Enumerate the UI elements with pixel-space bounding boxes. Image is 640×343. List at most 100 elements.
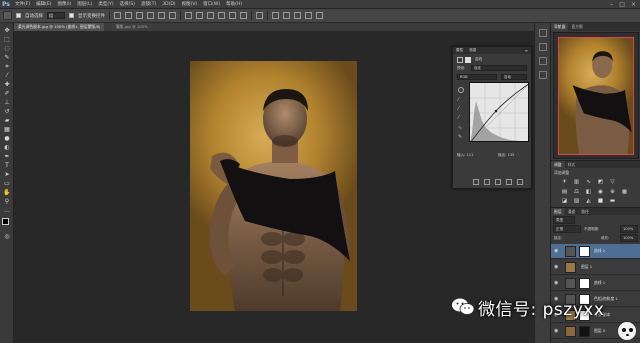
- pencil-curve-icon[interactable]: ✎: [458, 134, 464, 140]
- navigator-thumbnail[interactable]: [553, 32, 639, 159]
- navigator-tab[interactable]: 导航器: [551, 23, 569, 31]
- properties-tab[interactable]: 属性: [453, 48, 466, 53]
- healing-brush-tool-icon[interactable]: ✚: [3, 81, 11, 88]
- distribute-right-icon[interactable]: [240, 12, 247, 19]
- menu-type[interactable]: 类型(Y): [95, 0, 116, 9]
- vibrance-icon[interactable]: ▽: [609, 179, 616, 186]
- align-left-icon[interactable]: [147, 12, 154, 19]
- gradient-map-icon[interactable]: ▬: [609, 198, 616, 205]
- distribute-vcenter-icon[interactable]: [196, 12, 203, 19]
- black-point-eyedropper-icon[interactable]: ⁄: [458, 97, 464, 103]
- 3d-rotate-icon[interactable]: [272, 12, 279, 19]
- mask-icon[interactable]: [465, 57, 471, 63]
- paragraph-panel-icon[interactable]: [539, 71, 547, 79]
- align-vcenter-icon[interactable]: [125, 12, 132, 19]
- close-icon[interactable]: ×: [631, 1, 636, 8]
- selective-color-icon[interactable]: ■: [597, 198, 604, 205]
- layers-tab[interactable]: 图层: [551, 208, 565, 215]
- visibility-eye-icon[interactable]: ◉: [554, 280, 560, 286]
- type-tool-icon[interactable]: T: [3, 162, 11, 169]
- hue-saturation-icon[interactable]: ▤: [561, 189, 568, 196]
- blend-mode-select[interactable]: 正常: [553, 225, 581, 233]
- layer-mask-thumb[interactable]: [579, 326, 590, 337]
- curves-graph[interactable]: [469, 82, 529, 142]
- posterize-icon[interactable]: ▨: [573, 198, 580, 205]
- history-brush-tool-icon[interactable]: ↺: [3, 108, 11, 115]
- gray-point-eyedropper-icon[interactable]: ⁄: [458, 106, 464, 112]
- auto-align-icon[interactable]: [256, 12, 263, 19]
- menu-layer[interactable]: 图层(L): [74, 0, 95, 9]
- pen-tool-icon[interactable]: ✒: [3, 153, 11, 160]
- menu-3d[interactable]: 3D(D): [159, 0, 178, 9]
- styles-tab[interactable]: 样式: [565, 161, 579, 168]
- doc-tab-inactive[interactable]: 腹肌.jpg @ 100%: [112, 23, 152, 31]
- visibility-eye-icon[interactable]: ◉: [554, 248, 560, 254]
- minimize-icon[interactable]: –: [610, 1, 613, 8]
- visibility-toggle-icon[interactable]: [506, 179, 512, 185]
- clone-stamp-tool-icon[interactable]: ⊥: [3, 99, 11, 106]
- move-tool-icon[interactable]: ✥: [3, 27, 11, 34]
- history-panel-icon[interactable]: [539, 29, 547, 37]
- visibility-eye-icon[interactable]: ◉: [554, 328, 560, 334]
- 3d-pan-icon[interactable]: [294, 12, 301, 19]
- distribute-hcenter-icon[interactable]: [229, 12, 236, 19]
- layer-mask-thumb[interactable]: [579, 246, 590, 257]
- distribute-bottom-icon[interactable]: [207, 12, 214, 19]
- dodge-tool-icon[interactable]: ◐: [3, 144, 11, 151]
- eyedropper-tool-icon[interactable]: ⁄: [3, 72, 11, 79]
- menu-select[interactable]: 选择(S): [117, 0, 138, 9]
- paths-tab[interactable]: 路径: [578, 208, 592, 215]
- auto-button[interactable]: 自动: [501, 74, 527, 80]
- curve-point-tool-icon[interactable]: ∿: [458, 125, 464, 131]
- photo-filter-icon[interactable]: ◉: [597, 189, 604, 196]
- black-white-icon[interactable]: ◧: [585, 189, 592, 196]
- visibility-eye-icon[interactable]: ◉: [554, 264, 560, 270]
- hand-tool-icon[interactable]: ✋: [3, 189, 11, 196]
- channel-select[interactable]: RGB: [457, 74, 497, 80]
- channels-tab[interactable]: 通道: [565, 208, 579, 215]
- quick-mask-icon[interactable]: ◎: [3, 233, 11, 240]
- panel-menu-icon[interactable]: ≡: [525, 48, 531, 53]
- path-select-tool-icon[interactable]: ➤: [3, 171, 11, 178]
- brush-tool-icon[interactable]: ✐: [3, 90, 11, 97]
- histogram-tab[interactable]: 直方图: [568, 23, 585, 31]
- align-top-icon[interactable]: [114, 12, 121, 19]
- marquee-tool-icon[interactable]: ⬚: [3, 36, 11, 43]
- doc-tab-active[interactable]: 柔光调色副本.jpg @ 100% (曲线1, 图层蒙版/8): [14, 23, 105, 31]
- crop-tool-icon[interactable]: ⌗: [3, 63, 11, 70]
- align-right-icon[interactable]: [169, 12, 176, 19]
- adjustments-tab[interactable]: 调整: [551, 161, 565, 168]
- color-lookup-icon[interactable]: ▦: [621, 189, 628, 196]
- menu-help[interactable]: 帮助(H): [223, 0, 245, 9]
- auto-select-checkbox[interactable]: [16, 13, 21, 18]
- levels-icon[interactable]: ▥: [573, 179, 580, 186]
- menu-image[interactable]: 图像(I): [54, 0, 74, 9]
- layer-row[interactable]: ◉ 曲线 2: [551, 244, 640, 259]
- navigator-view-box[interactable]: [558, 37, 634, 155]
- character-panel-icon[interactable]: [539, 57, 547, 65]
- 3d-slide-icon[interactable]: [305, 12, 312, 19]
- menu-filter[interactable]: 滤镜(T): [138, 0, 159, 9]
- blur-tool-icon[interactable]: ●: [3, 135, 11, 142]
- color-balance-icon[interactable]: ⚖: [573, 189, 580, 196]
- menu-view[interactable]: 视图(V): [179, 0, 201, 9]
- menu-file[interactable]: 文件(F): [12, 0, 33, 9]
- align-bottom-icon[interactable]: [136, 12, 143, 19]
- white-point-eyedropper-icon[interactable]: ⁄: [458, 115, 464, 121]
- menu-window[interactable]: 窗口(W): [200, 0, 223, 9]
- channel-mixer-icon[interactable]: ⊕: [609, 189, 616, 196]
- zoom-tool-icon[interactable]: ⚲: [3, 198, 11, 205]
- 3d-scale-icon[interactable]: [316, 12, 323, 19]
- document-canvas-image[interactable]: [190, 61, 357, 311]
- lasso-tool-icon[interactable]: ◌: [3, 45, 11, 52]
- preset-select[interactable]: 自定: [471, 65, 527, 71]
- auto-select-target-select[interactable]: 组: [47, 12, 65, 19]
- brightness-contrast-icon[interactable]: ☀: [561, 179, 568, 186]
- quick-select-tool-icon[interactable]: ✎: [3, 54, 11, 61]
- delete-adjustment-icon[interactable]: [517, 179, 523, 185]
- opacity-input[interactable]: 100%: [620, 225, 638, 233]
- 3d-roll-icon[interactable]: [283, 12, 290, 19]
- menu-edit[interactable]: 编辑(E): [33, 0, 54, 9]
- curves-icon[interactable]: ∿: [585, 179, 592, 186]
- actions-panel-icon[interactable]: [539, 43, 547, 51]
